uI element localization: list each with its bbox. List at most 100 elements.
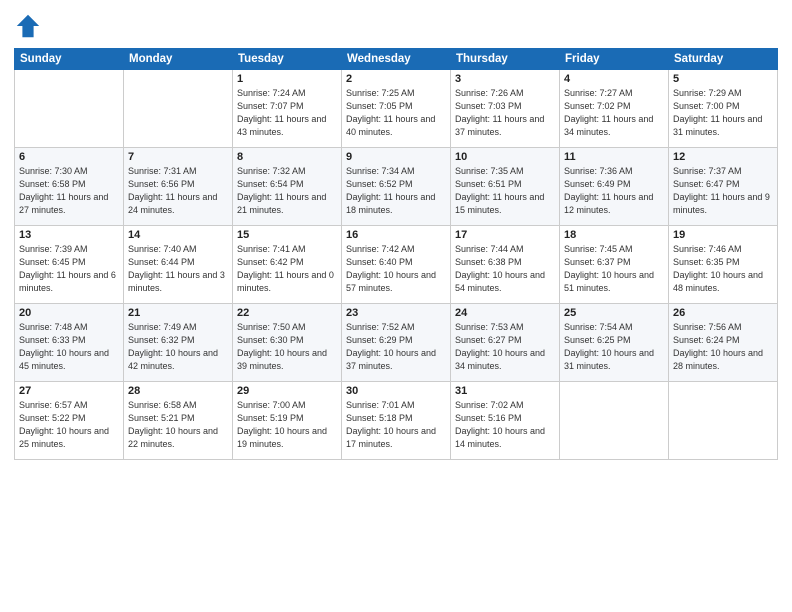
day-info: Sunrise: 7:39 AMSunset: 6:45 PMDaylight:… (19, 243, 119, 295)
day-number: 30 (346, 385, 446, 397)
day-number: 17 (455, 229, 555, 241)
day-cell: 3 Sunrise: 7:26 AMSunset: 7:03 PMDaylight… (451, 70, 560, 148)
day-info: Sunrise: 7:25 AMSunset: 7:05 PMDaylight:… (346, 87, 446, 139)
day-number: 19 (673, 229, 773, 241)
day-info: Sunrise: 7:00 AMSunset: 5:19 PMDaylight:… (237, 399, 337, 451)
day-info: Sunrise: 6:57 AMSunset: 5:22 PMDaylight:… (19, 399, 119, 451)
day-number: 4 (564, 73, 664, 85)
day-info: Sunrise: 7:49 AMSunset: 6:32 PMDaylight:… (128, 321, 228, 373)
day-info: Sunrise: 7:56 AMSunset: 6:24 PMDaylight:… (673, 321, 773, 373)
day-info: Sunrise: 7:26 AMSunset: 7:03 PMDaylight:… (455, 87, 555, 139)
day-info: Sunrise: 7:34 AMSunset: 6:52 PMDaylight:… (346, 165, 446, 217)
day-cell: 21Sunrise: 7:49 AMSunset: 6:32 PMDayligh… (124, 304, 233, 382)
day-cell: 20Sunrise: 7:48 AMSunset: 6:33 PMDayligh… (15, 304, 124, 382)
weekday-header-wednesday: Wednesday (342, 49, 451, 70)
day-cell: 5 Sunrise: 7:29 AMSunset: 7:00 PMDaylight… (669, 70, 778, 148)
day-cell: 8 Sunrise: 7:32 AMSunset: 6:54 PMDaylight… (233, 148, 342, 226)
day-cell: 2 Sunrise: 7:25 AMSunset: 7:05 PMDaylight… (342, 70, 451, 148)
day-cell: 13 Sunrise: 7:39 AMSunset: 6:45 PMDayligh… (15, 226, 124, 304)
day-number: 23 (346, 307, 446, 319)
header (14, 12, 778, 40)
day-cell: 9 Sunrise: 7:34 AMSunset: 6:52 PMDaylight… (342, 148, 451, 226)
day-info: Sunrise: 6:58 AMSunset: 5:21 PMDaylight:… (128, 399, 228, 451)
day-number: 24 (455, 307, 555, 319)
day-cell: 4 Sunrise: 7:27 AMSunset: 7:02 PMDaylight… (560, 70, 669, 148)
day-cell: 16Sunrise: 7:42 AMSunset: 6:40 PMDayligh… (342, 226, 451, 304)
day-number: 18 (564, 229, 664, 241)
day-cell: 18 Sunrise: 7:45 AMSunset: 6:37 PMDayligh… (560, 226, 669, 304)
day-cell: 6 Sunrise: 7:30 AMSunset: 6:58 PMDaylight… (15, 148, 124, 226)
day-info: Sunrise: 7:01 AMSunset: 5:18 PMDaylight:… (346, 399, 446, 451)
day-number: 27 (19, 385, 119, 397)
day-number: 9 (346, 151, 446, 163)
day-info: Sunrise: 7:30 AMSunset: 6:58 PMDaylight:… (19, 165, 119, 217)
day-number: 25 (564, 307, 664, 319)
day-info: Sunrise: 7:29 AMSunset: 7:00 PMDaylight:… (673, 87, 773, 139)
day-number: 7 (128, 151, 228, 163)
week-row-1: 1 Sunrise: 7:24 AMSunset: 7:07 PMDaylight… (15, 70, 778, 148)
week-row-5: 27 Sunrise: 6:57 AMSunset: 5:22 PMDayligh… (15, 382, 778, 460)
day-number: 16 (346, 229, 446, 241)
day-info: Sunrise: 7:37 AMSunset: 6:47 PMDaylight:… (673, 165, 773, 217)
day-cell: 11 Sunrise: 7:36 AMSunset: 6:49 PMDayligh… (560, 148, 669, 226)
day-number: 26 (673, 307, 773, 319)
weekday-header-thursday: Thursday (451, 49, 560, 70)
day-cell: 17 Sunrise: 7:44 AMSunset: 6:38 PMDayligh… (451, 226, 560, 304)
day-cell: 14 Sunrise: 7:40 AMSunset: 6:44 PMDayligh… (124, 226, 233, 304)
day-info: Sunrise: 7:50 AMSunset: 6:30 PMDaylight:… (237, 321, 337, 373)
day-info: Sunrise: 7:27 AMSunset: 7:02 PMDaylight:… (564, 87, 664, 139)
day-info: Sunrise: 7:40 AMSunset: 6:44 PMDaylight:… (128, 243, 228, 295)
day-number: 13 (19, 229, 119, 241)
calendar: SundayMondayTuesdayWednesdayThursdayFrid… (14, 48, 778, 460)
weekday-header-saturday: Saturday (669, 49, 778, 70)
week-row-4: 20Sunrise: 7:48 AMSunset: 6:33 PMDayligh… (15, 304, 778, 382)
day-info: Sunrise: 7:44 AMSunset: 6:38 PMDaylight:… (455, 243, 555, 295)
day-number: 22 (237, 307, 337, 319)
day-cell: 31 Sunrise: 7:02 AMSunset: 5:16 PMDayligh… (451, 382, 560, 460)
day-cell: 1 Sunrise: 7:24 AMSunset: 7:07 PMDaylight… (233, 70, 342, 148)
weekday-header-tuesday: Tuesday (233, 49, 342, 70)
day-info: Sunrise: 7:32 AMSunset: 6:54 PMDaylight:… (237, 165, 337, 217)
day-cell (124, 70, 233, 148)
day-info: Sunrise: 7:52 AMSunset: 6:29 PMDaylight:… (346, 321, 446, 373)
day-info: Sunrise: 7:36 AMSunset: 6:49 PMDaylight:… (564, 165, 664, 217)
day-cell: 25 Sunrise: 7:54 AMSunset: 6:25 PMDayligh… (560, 304, 669, 382)
logo (14, 12, 46, 40)
day-cell: 29 Sunrise: 7:00 AMSunset: 5:19 PMDayligh… (233, 382, 342, 460)
day-cell: 19Sunrise: 7:46 AMSunset: 6:35 PMDayligh… (669, 226, 778, 304)
day-number: 3 (455, 73, 555, 85)
day-cell: 15 Sunrise: 7:41 AMSunset: 6:42 PMDayligh… (233, 226, 342, 304)
day-info: Sunrise: 7:35 AMSunset: 6:51 PMDaylight:… (455, 165, 555, 217)
day-info: Sunrise: 7:45 AMSunset: 6:37 PMDaylight:… (564, 243, 664, 295)
day-number: 2 (346, 73, 446, 85)
day-info: Sunrise: 7:24 AMSunset: 7:07 PMDaylight:… (237, 87, 337, 139)
day-number: 5 (673, 73, 773, 85)
day-number: 28 (128, 385, 228, 397)
day-number: 6 (19, 151, 119, 163)
week-row-3: 13 Sunrise: 7:39 AMSunset: 6:45 PMDayligh… (15, 226, 778, 304)
day-cell: 12Sunrise: 7:37 AMSunset: 6:47 PMDayligh… (669, 148, 778, 226)
weekday-header-sunday: Sunday (15, 49, 124, 70)
weekday-header-friday: Friday (560, 49, 669, 70)
day-number: 15 (237, 229, 337, 241)
day-info: Sunrise: 7:02 AMSunset: 5:16 PMDaylight:… (455, 399, 555, 451)
day-info: Sunrise: 7:54 AMSunset: 6:25 PMDaylight:… (564, 321, 664, 373)
day-cell (560, 382, 669, 460)
day-cell: 24 Sunrise: 7:53 AMSunset: 6:27 PMDayligh… (451, 304, 560, 382)
day-info: Sunrise: 7:41 AMSunset: 6:42 PMDaylight:… (237, 243, 337, 295)
weekday-header-monday: Monday (124, 49, 233, 70)
day-number: 14 (128, 229, 228, 241)
day-number: 20 (19, 307, 119, 319)
day-number: 31 (455, 385, 555, 397)
day-number: 11 (564, 151, 664, 163)
day-cell: 28 Sunrise: 6:58 AMSunset: 5:21 PMDayligh… (124, 382, 233, 460)
weekday-header-row: SundayMondayTuesdayWednesdayThursdayFrid… (15, 49, 778, 70)
day-cell: 10Sunrise: 7:35 AMSunset: 6:51 PMDayligh… (451, 148, 560, 226)
day-cell: 23 Sunrise: 7:52 AMSunset: 6:29 PMDayligh… (342, 304, 451, 382)
day-number: 1 (237, 73, 337, 85)
day-cell: 26 Sunrise: 7:56 AMSunset: 6:24 PMDayligh… (669, 304, 778, 382)
day-number: 29 (237, 385, 337, 397)
day-info: Sunrise: 7:31 AMSunset: 6:56 PMDaylight:… (128, 165, 228, 217)
day-number: 8 (237, 151, 337, 163)
day-info: Sunrise: 7:53 AMSunset: 6:27 PMDaylight:… (455, 321, 555, 373)
